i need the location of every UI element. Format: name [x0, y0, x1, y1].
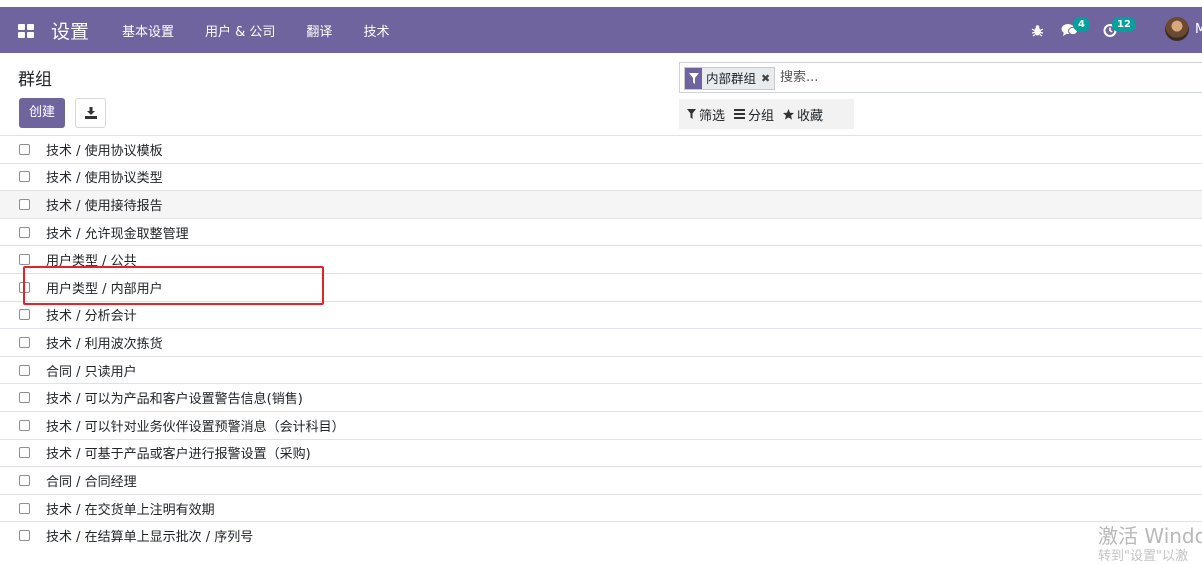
activities-count-badge: 12 [1112, 17, 1136, 32]
row-checkbox[interactable] [19, 198, 30, 210]
menu-translations[interactable]: 翻译 [306, 21, 332, 40]
list-row[interactable]: 技术 / 在交货单上注明有效期 [0, 493, 1202, 522]
row-checkbox[interactable] [19, 171, 30, 183]
group-name: 技术 / 可以为产品和客户设置警告信息(销售) [46, 392, 303, 408]
filter-facet-icon [685, 68, 702, 89]
groupby-bars-icon [734, 109, 746, 119]
filter-dropdown-toggle[interactable]: 筛选 [687, 105, 725, 124]
highlight-annotation-box [23, 266, 324, 305]
row-checkbox[interactable] [19, 392, 30, 404]
row-checkbox[interactable] [19, 474, 30, 486]
list-row[interactable]: 技术 / 在结算单上显示批次 / 序列号 [0, 521, 1202, 549]
search-options: 筛选 分组 收藏 [679, 99, 854, 129]
row-checkbox[interactable] [19, 447, 30, 459]
group-name: 技术 / 分析会计 [46, 309, 137, 325]
list-row[interactable]: 技术 / 使用协议模板 [0, 135, 1202, 163]
list-row[interactable]: 技术 / 允许现金取整管理 [0, 217, 1202, 246]
search-input[interactable] [780, 70, 1080, 85]
windows-activation-hint: 转到"设置"以激 [1098, 549, 1188, 564]
user-avatar[interactable] [1165, 17, 1189, 41]
group-name: 技术 / 使用接待报告 [46, 198, 163, 214]
search-bar: 内部群组 ✖ [679, 62, 1202, 93]
debug-bug-icon[interactable] [1031, 24, 1044, 37]
list-row[interactable]: 技术 / 使用协议类型 [0, 162, 1202, 191]
search-facet: 内部群组 ✖ [684, 67, 776, 90]
create-button[interactable]: 创建 [19, 98, 65, 128]
group-name: 技术 / 可以针对业务伙伴设置预警消息（会计科目） [46, 419, 345, 435]
row-checkbox[interactable] [19, 530, 30, 542]
list-row[interactable]: 技术 / 使用接待报告 [0, 190, 1202, 218]
menu-technical[interactable]: 技术 [363, 21, 389, 40]
messages-count-badge: 4 [1073, 17, 1090, 32]
row-checkbox[interactable] [19, 254, 30, 266]
download-icon [85, 107, 97, 119]
list-row[interactable]: 合同 / 只读用户 [0, 355, 1202, 384]
row-checkbox[interactable] [19, 309, 30, 321]
row-checkbox[interactable] [19, 419, 30, 431]
facet-value: 内部群组 [706, 71, 757, 86]
group-name: 技术 / 利用波次拣货 [46, 336, 163, 352]
group-name: 技术 / 在结算单上显示批次 / 序列号 [46, 530, 254, 546]
star-icon [783, 108, 795, 120]
facet-remove-icon[interactable]: ✖ [761, 68, 770, 89]
group-name: 技术 / 使用协议类型 [46, 171, 163, 187]
export-button[interactable] [75, 98, 106, 128]
app-title[interactable]: 设置 [51, 17, 89, 44]
list-row[interactable]: 技术 / 可以为产品和客户设置警告信息(销售) [0, 383, 1202, 411]
row-checkbox[interactable] [19, 226, 30, 238]
groupby-label: 分组 [748, 108, 775, 124]
groupby-dropdown-toggle[interactable]: 分组 [734, 105, 774, 124]
breadcrumb: 群组 [18, 70, 52, 90]
row-checkbox[interactable] [19, 502, 30, 514]
list-row[interactable]: 技术 / 利用波次拣货 [0, 328, 1202, 356]
group-name: 技术 / 可基于产品或客户进行报警设置（采购) [46, 447, 311, 463]
user-name[interactable]: M [1195, 22, 1202, 37]
row-checkbox[interactable] [19, 364, 30, 376]
group-name: 技术 / 在交货单上注明有效期 [46, 502, 215, 518]
favorites-label: 收藏 [797, 108, 824, 124]
apps-menu-icon[interactable] [18, 24, 34, 38]
menu-general-settings[interactable]: 基本设置 [122, 21, 174, 40]
row-checkbox[interactable] [19, 143, 30, 155]
list-row[interactable]: 技术 / 可以针对业务伙伴设置预警消息（会计科目） [0, 410, 1202, 439]
top-menu: 基本设置 用户 & 公司 翻译 技术 [122, 21, 420, 40]
filter-label: 筛选 [699, 108, 726, 124]
main-navbar: 设置 基本设置 用户 & 公司 翻译 技术 4 12 M [0, 7, 1202, 53]
row-checkbox[interactable] [19, 336, 30, 348]
group-name: 合同 / 合同经理 [46, 474, 137, 490]
favorites-dropdown-toggle[interactable]: 收藏 [783, 105, 823, 124]
filter-funnel-icon [687, 109, 696, 119]
groups-list: 技术 / 使用协议模板 技术 / 使用协议类型 技术 / 使用接待报告 技术 /… [0, 135, 1202, 549]
list-row[interactable]: 技术 / 可基于产品或客户进行报警设置（采购) [0, 438, 1202, 467]
menu-users-companies[interactable]: 用户 & 公司 [205, 21, 275, 40]
group-name: 技术 / 使用协议模板 [46, 143, 163, 159]
group-name: 合同 / 只读用户 [46, 364, 137, 380]
group-name: 技术 / 允许现金取整管理 [46, 226, 189, 242]
list-row[interactable]: 合同 / 合同经理 [0, 466, 1202, 494]
